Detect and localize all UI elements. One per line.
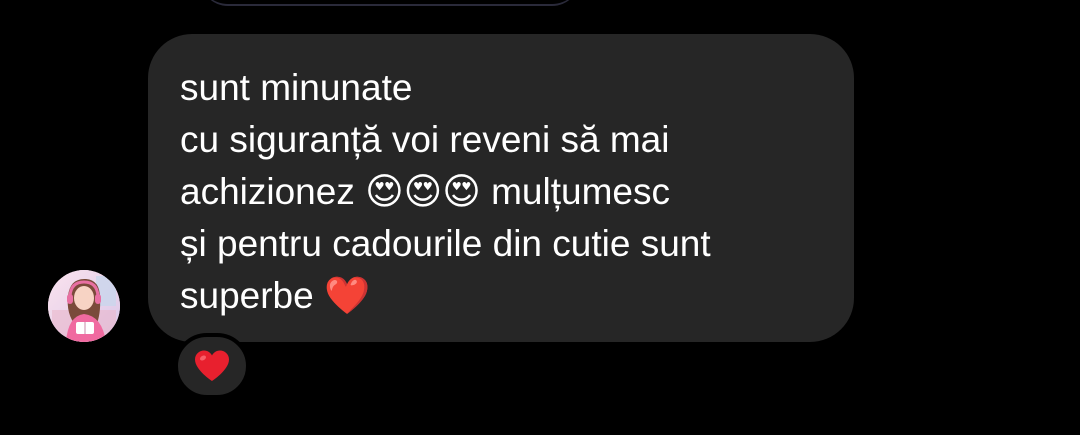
avatar-illustration-icon: [48, 270, 120, 342]
message-line-4: și pentru cadourile din cutie sunt: [180, 223, 711, 264]
message-line-5: superbe ❤️: [180, 270, 822, 322]
sender-avatar[interactable]: [48, 270, 120, 342]
message-line-3-text-end: mulțumesc: [480, 171, 670, 212]
message-line-3-text: achizionez: [180, 171, 366, 212]
message-line-5-text: superbe: [180, 275, 324, 316]
message-line-1: sunt minunate: [180, 67, 413, 108]
heart-icon: [195, 350, 229, 381]
red-heart-emoji-icon: ❤️: [324, 274, 371, 317]
message-bubble[interactable]: sunt minunate cu siguranță voi reveni să…: [148, 34, 854, 342]
incoming-message-row: sunt minunate cu siguranță voi reveni să…: [0, 0, 1080, 435]
heart-eyes-emoji-icon: 😍😍😍: [365, 170, 481, 213]
message-line-2: cu siguranță voi reveni să mai: [180, 119, 670, 160]
message-line-3: achizionez 😍😍😍 mulțumesc: [180, 166, 822, 218]
message-reaction[interactable]: [174, 333, 250, 399]
